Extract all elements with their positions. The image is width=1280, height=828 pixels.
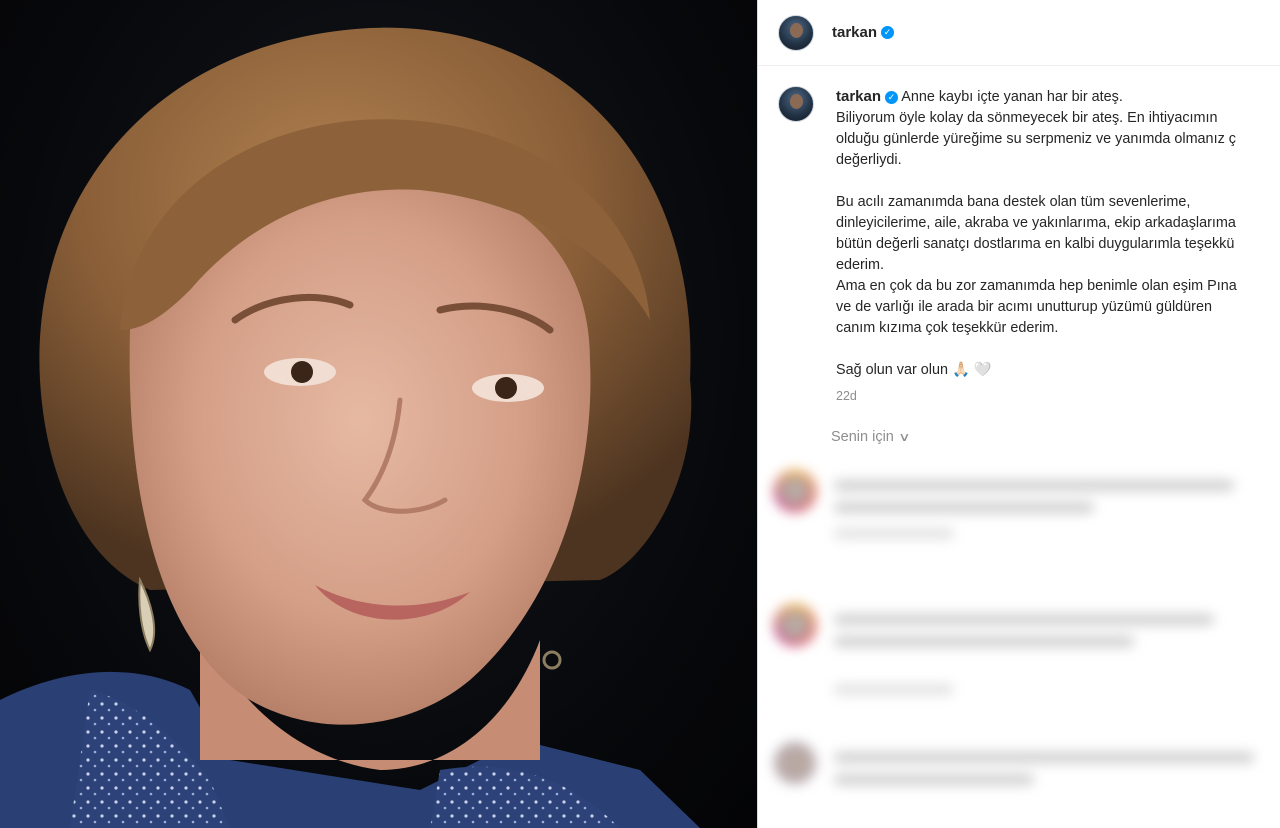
comment-meta-line [834, 684, 954, 695]
verified-check-icon: ✓ [885, 91, 899, 104]
caption: tarkan ✓ Anne kaybı içte yanan har bir at… [758, 66, 1280, 381]
post-header: tarkan ✓ [758, 0, 1280, 66]
commenter-avatar [774, 470, 816, 512]
commenter-avatar [774, 604, 816, 646]
post-sidebar: tarkan ✓ tarkan ✓ Anne kaybı içte yanan h… [757, 0, 1280, 828]
comments-filter-label: Senin için [831, 429, 894, 445]
caption-body: tarkan ✓ Anne kaybı içte yanan har bir at… [836, 86, 1280, 381]
comment-text-line [834, 502, 1094, 513]
post-timestamp[interactable]: 22d [836, 389, 1280, 403]
caption-username[interactable]: tarkan [836, 88, 881, 105]
chevron-down-icon: ∨ [898, 430, 911, 444]
blurred-comments [758, 462, 1280, 828]
caption-text: Anne kaybı içte yanan har bir ateş. Bili… [836, 89, 1237, 378]
comment-text-line [834, 480, 1234, 491]
author-username[interactable]: tarkan [832, 24, 877, 41]
comment-meta-line [834, 528, 954, 539]
portrait-image [0, 27, 700, 828]
comment-text-line [834, 636, 1134, 647]
comment-text-line [834, 752, 1254, 763]
caption-avatar[interactable] [778, 86, 814, 122]
author-avatar[interactable] [778, 14, 814, 51]
commenter-avatar [774, 742, 816, 784]
comment-text-line [834, 774, 1034, 785]
post-photo [0, 0, 757, 828]
instagram-post: tarkan ✓ tarkan ✓ Anne kaybı içte yanan h… [0, 0, 1280, 828]
verified-check-icon: ✓ [881, 26, 895, 39]
comment-text-line [834, 614, 1214, 625]
comments-filter-dropdown[interactable]: Senin için ∨ [831, 429, 1280, 445]
